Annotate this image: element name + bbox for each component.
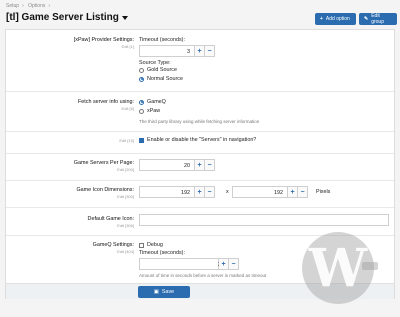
- edit-group-label: Edit group: [371, 13, 384, 25]
- radio-xpaw-label: xPaw: [147, 108, 161, 114]
- nav-toggle-row: Edit [15] Enable or disable the "Servers…: [6, 131, 394, 153]
- default-icon-edit-link[interactable]: Edit [306]: [117, 223, 134, 228]
- icon-width-input[interactable]: 192: [139, 186, 195, 198]
- provider-timeout-label: Timeout (seconds):: [139, 37, 185, 43]
- provider-settings-row: [xPaw] Provider Settings: Edit [1] Timeo…: [6, 30, 394, 88]
- add-option-button[interactable]: + Add option: [315, 13, 356, 25]
- fetch-hint: The third party library using while fetc…: [139, 119, 260, 124]
- plus-icon[interactable]: +: [195, 45, 205, 57]
- debug-label: Debug: [147, 242, 163, 248]
- plus-icon[interactable]: +: [288, 186, 298, 198]
- icon-width-stepper[interactable]: 192 + −: [139, 186, 215, 198]
- icon-dimensions-row: Game Icon Dimensions: Edit [300] 192 + −…: [6, 180, 394, 207]
- save-icon: ▣: [153, 289, 159, 295]
- edit-group-button[interactable]: ✎ Edit group: [359, 13, 397, 25]
- page-title[interactable]: [tl] Game Server Listing: [6, 12, 128, 23]
- minus-icon[interactable]: −: [205, 159, 215, 171]
- radio-gameq-label: GameQ: [147, 99, 166, 105]
- radio-normal-source-label: Normal Source: [147, 76, 183, 82]
- icon-dimensions-edit-link[interactable]: Edit [300]: [117, 194, 134, 199]
- per-page-input[interactable]: 20: [139, 159, 195, 171]
- gameq-settings-label: GameQ Settings:: [92, 242, 134, 248]
- gameq-timeout-stepper[interactable]: 3 + −: [139, 258, 239, 270]
- minus-icon[interactable]: −: [298, 186, 308, 198]
- breadcrumb-item-setup[interactable]: Setup: [6, 3, 19, 9]
- pencil-icon: ✎: [364, 16, 369, 22]
- caret-down-icon: [121, 15, 128, 20]
- provider-timeout-stepper[interactable]: 3 + −: [139, 45, 215, 57]
- icon-height-stepper[interactable]: 192 + −: [232, 186, 308, 198]
- default-icon-input[interactable]: [139, 214, 389, 226]
- default-icon-row: Default Game Icon: Edit [306]: [6, 207, 394, 235]
- source-type-label: Source Type:: [139, 60, 171, 66]
- radio-gold-source[interactable]: Gold Source: [139, 67, 177, 73]
- provider-settings-edit-link[interactable]: Edit [1]: [122, 44, 134, 49]
- watermark-letter: W: [308, 237, 368, 299]
- fetch-server-edit-link[interactable]: Edit [6]: [122, 106, 134, 111]
- gameq-settings-edit-link[interactable]: Edit [404]: [117, 249, 134, 254]
- nav-toggle-checkbox[interactable]: Enable or disable the "Servers" in navig…: [139, 137, 256, 143]
- per-page-label: Game Servers Per Page:: [73, 160, 134, 166]
- save-button[interactable]: ▣ Save: [138, 286, 190, 298]
- plus-icon[interactable]: +: [219, 258, 229, 270]
- dimension-separator: x: [226, 189, 229, 195]
- checkbox-unchecked[interactable]: [139, 242, 144, 248]
- gameq-timeout-hint: Amount of time in seconds before a serve…: [139, 273, 267, 278]
- radio-gameq[interactable]: GameQ: [139, 99, 166, 105]
- icon-height-input[interactable]: 192: [232, 186, 288, 198]
- watermark-logo-tail: [362, 262, 378, 270]
- page-title-text: [tl] Game Server Listing: [6, 12, 119, 23]
- pixels-unit: Pixels: [316, 189, 331, 195]
- radio-circle-selected[interactable]: [139, 76, 144, 82]
- plus-icon[interactable]: +: [195, 159, 205, 171]
- radio-xpaw[interactable]: xPaw: [139, 108, 160, 114]
- minus-icon[interactable]: −: [205, 186, 215, 198]
- radio-circle-selected[interactable]: [139, 99, 144, 105]
- per-page-stepper[interactable]: 20 + −: [139, 159, 215, 171]
- gameq-timeout-input[interactable]: 3: [139, 258, 221, 270]
- provider-settings-label: [xPaw] Provider Settings:: [73, 37, 134, 43]
- add-option-label: Add option: [325, 16, 350, 22]
- minus-icon[interactable]: −: [205, 45, 215, 57]
- nav-toggle-label: Enable or disable the "Servers" in navig…: [147, 137, 257, 143]
- gameq-timeout-label: Timeout (seconds):: [139, 250, 185, 256]
- radio-normal-source[interactable]: Normal Source: [139, 76, 183, 82]
- save-label: Save: [161, 289, 175, 295]
- provider-timeout-input[interactable]: 3: [139, 45, 195, 57]
- per-page-edit-link[interactable]: Edit [200]: [117, 167, 134, 172]
- breadcrumb: Setup › Options ›: [6, 3, 51, 9]
- plus-icon: +: [320, 16, 323, 22]
- radio-circle[interactable]: [139, 67, 144, 73]
- icon-dimensions-label: Game Icon Dimensions:: [76, 187, 134, 193]
- nav-toggle-edit-link[interactable]: Edit [15]: [119, 138, 134, 143]
- radio-circle[interactable]: [139, 108, 144, 114]
- fetch-server-row: Fetch server info using: Edit [6] GameQ …: [6, 91, 394, 131]
- per-page-row: Game Servers Per Page: Edit [200] 20 + −: [6, 153, 394, 180]
- debug-checkbox[interactable]: Debug: [139, 242, 163, 248]
- default-icon-label: Default Game Icon:: [87, 216, 134, 222]
- breadcrumb-item-options[interactable]: Options: [28, 3, 45, 9]
- plus-icon[interactable]: +: [195, 186, 205, 198]
- radio-gold-source-label: Gold Source: [147, 67, 177, 73]
- checkbox-checked[interactable]: [139, 137, 144, 143]
- fetch-server-label: Fetch server info using:: [77, 99, 134, 105]
- minus-icon[interactable]: −: [229, 258, 239, 270]
